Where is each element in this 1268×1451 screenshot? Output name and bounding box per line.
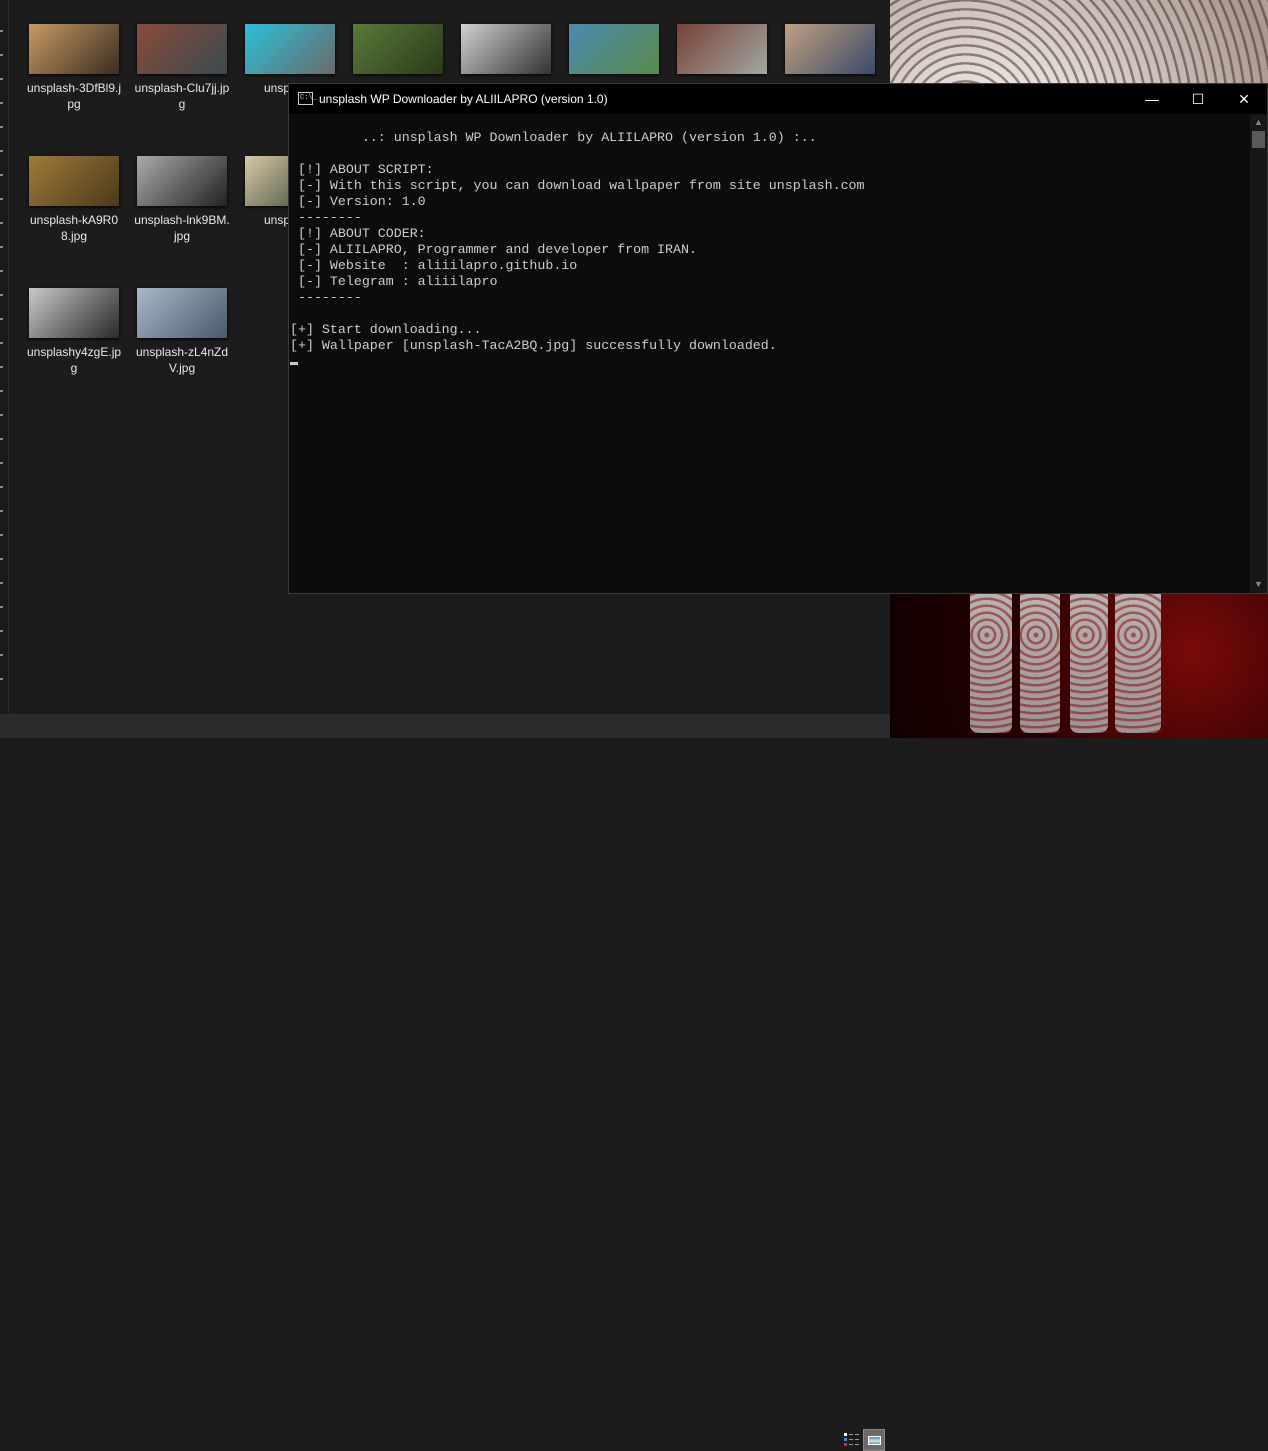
scrollbar[interactable]: ▲ ▼ [1250, 114, 1267, 593]
file-thumbnail [29, 156, 119, 206]
scroll-down-icon[interactable]: ▼ [1250, 576, 1267, 593]
file-item[interactable] [348, 24, 448, 80]
status-bar [0, 714, 890, 1451]
scroll-up-icon[interactable]: ▲ [1250, 114, 1267, 131]
file-name: unsplash-Clu7jj.jpg [134, 81, 230, 111]
console-line: [-] Telegram : aliiilapro [290, 274, 498, 289]
cmd-icon: C:\_ [298, 92, 317, 105]
console-line: [-] Version: 1.0 [290, 194, 426, 209]
file-thumbnail [353, 24, 443, 74]
file-name: unsplash-3DfBl9.jpg [26, 81, 122, 111]
file-thumbnail [461, 24, 551, 74]
file-thumbnail [569, 24, 659, 74]
file-thumbnail [785, 24, 875, 74]
file-thumbnail [677, 24, 767, 74]
file-thumbnail [245, 24, 335, 74]
file-name: unsplash-zL4nZdV.jpg [135, 345, 229, 375]
file-item[interactable] [672, 24, 772, 80]
scrollbar-thumb[interactable] [1252, 131, 1265, 148]
desktop-wallpaper-lower [890, 593, 1268, 738]
title-bar[interactable]: C:\_ unsplash WP Downloader by ALIILAPRO… [289, 84, 1267, 114]
maximize-button[interactable]: ☐ [1175, 84, 1221, 114]
file-item[interactable]: unsplash-3DfBl9.jpg [24, 24, 124, 112]
file-item[interactable] [456, 24, 556, 80]
file-thumbnail [137, 288, 227, 338]
console-line: [!] ABOUT CODER: [290, 226, 426, 241]
file-item[interactable] [780, 24, 880, 80]
console-output[interactable]: ..: unsplash WP Downloader by ALIILAPRO … [290, 114, 1249, 593]
file-thumbnail [137, 24, 227, 74]
file-item[interactable]: unsplash-kA9R08.jpg [24, 156, 124, 244]
console-line: [+] Wallpaper [unsplash-TacA2BQ.jpg] suc… [290, 338, 777, 353]
file-item[interactable]: unsplash-zL4nZdV.jpg [132, 288, 232, 376]
file-item[interactable] [564, 24, 664, 80]
console-line: [-] Website : aliiilapro.github.io [290, 258, 578, 273]
console-window[interactable]: C:\_ unsplash WP Downloader by ALIILAPRO… [288, 83, 1268, 594]
console-line: -------- [290, 290, 362, 305]
file-name: unsplash-kA9R08.jpg [29, 213, 119, 243]
window-title: unsplash WP Downloader by ALIILAPRO (ver… [319, 92, 608, 106]
file-thumbnail [29, 24, 119, 74]
details-view-icon[interactable] [843, 1431, 861, 1449]
console-line: [-] ALIILAPRO, Programmer and developer … [290, 242, 697, 257]
close-button[interactable]: ✕ [1221, 84, 1267, 114]
file-thumbnail [29, 288, 119, 338]
console-line: ..: unsplash WP Downloader by ALIILAPRO … [290, 130, 817, 145]
thumbnails-view-button[interactable] [863, 1429, 885, 1451]
console-line: [+] Start downloading... [290, 322, 482, 337]
console-line: [!] ABOUT SCRIPT: [290, 162, 434, 177]
file-name: unsplashy4zgE.jpg [26, 345, 122, 375]
file-name: unsplash-lnk9BM.jpg [134, 213, 230, 243]
file-item[interactable]: unsplash-lnk9BM.jpg [132, 156, 232, 244]
file-item[interactable]: unsplashy4zgE.jpg [24, 288, 124, 376]
file-item[interactable]: unsplash-Clu7jj.jpg [132, 24, 232, 112]
console-line: [-] With this script, you can download w… [290, 178, 865, 193]
console-line: -------- [290, 210, 362, 225]
file-thumbnail [137, 156, 227, 206]
navigation-pane-edge[interactable] [0, 0, 9, 714]
text-cursor [290, 362, 298, 365]
minimize-button[interactable]: — [1129, 84, 1175, 114]
picture-icon [868, 1436, 881, 1445]
